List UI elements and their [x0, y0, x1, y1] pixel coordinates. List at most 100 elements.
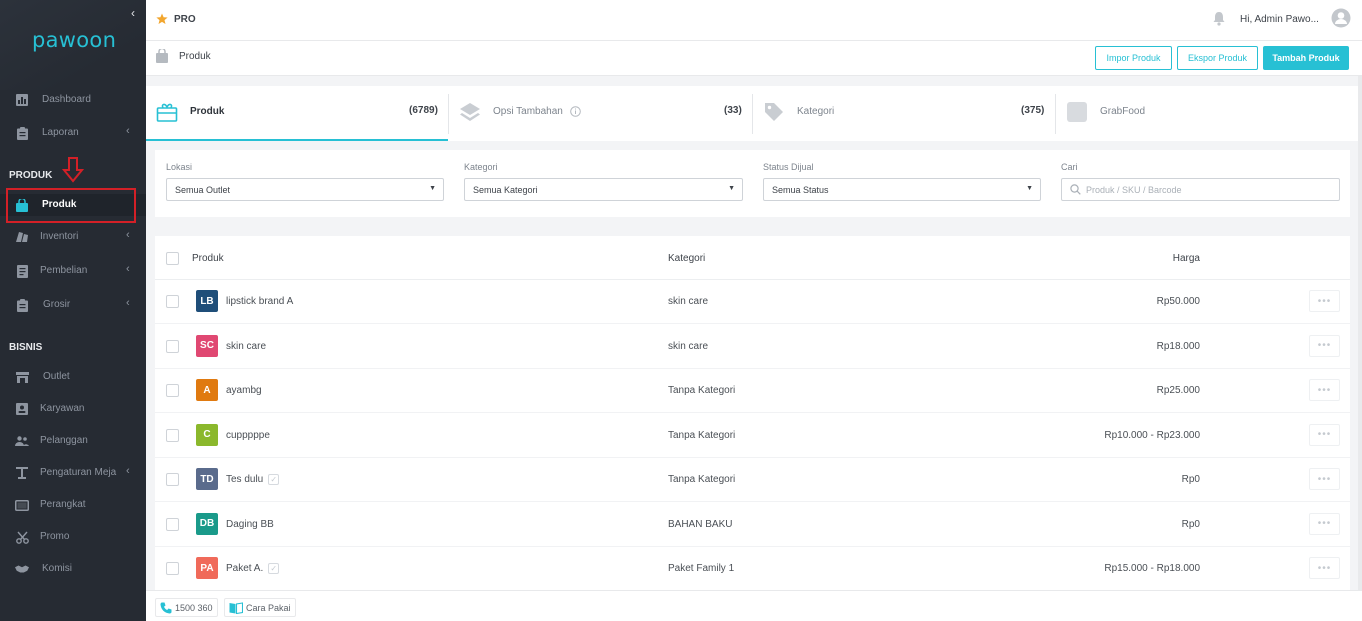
product-name-text: skin care	[226, 340, 267, 352]
sidebar-item-outlet[interactable]: Outlet	[0, 366, 146, 388]
table-header: Produk Kategori Harga	[155, 236, 1350, 280]
tab-kategori[interactable]: Kategori (375)	[753, 86, 1055, 141]
more-options-button[interactable]: •••	[1309, 557, 1340, 579]
table-row[interactable]: Ccupppppe Tanpa Kategori Rp10.000 - Rp23.0…	[155, 414, 1350, 458]
filter-panel: Lokasi Semua Outlet ▼ Kategori Semua Kat…	[155, 150, 1350, 217]
row-checkbox[interactable]	[166, 384, 179, 397]
sidebar-item-pembelian[interactable]: Pembelian ‹	[0, 260, 146, 282]
product-name[interactable]: Paket A. ✓	[226, 563, 280, 574]
sidebar-item-label: Perangkat	[40, 499, 86, 510]
product-price: Rp15.000 - Rp18.000	[1104, 563, 1200, 574]
product-initials-badge: C	[196, 423, 218, 446]
table-row[interactable]: PA Paket A. ✓ Paket Family 1 Rp15.000 - Rp18…	[155, 547, 1350, 591]
sidebar-item-laporan[interactable]: Laporan ‹	[0, 122, 146, 144]
section-title-produk: PRODUK	[9, 170, 53, 181]
clipboard-icon	[15, 126, 29, 140]
phone-support-link[interactable]: 1500 360	[155, 598, 218, 617]
sidebar-item-label: Laporan	[42, 127, 79, 138]
sidebar-item-pelanggan[interactable]: Pelanggan	[0, 430, 146, 452]
row-checkbox[interactable]	[166, 295, 179, 308]
more-options-button[interactable]: •••	[1309, 512, 1340, 535]
product-name[interactable]: lipstick brand A	[226, 296, 293, 307]
search-input[interactable]: Produk / SKU / Barcode	[1061, 178, 1340, 201]
sidebar-item-label: Pembelian	[40, 265, 88, 276]
sidebar-item-inventori[interactable]: Inventori ‹	[0, 226, 146, 248]
filter-label-kategori: Kategori	[464, 162, 498, 172]
product-name[interactable]: Daging BB	[226, 519, 274, 530]
section-title-bisnis: BISNIS	[9, 342, 43, 353]
tab-produk[interactable]: Produk (6789)	[146, 86, 448, 141]
row-checkbox[interactable]	[166, 339, 179, 353]
select-value: Semua Status	[772, 185, 829, 195]
sidebar: ‹ pawoon Dashboard Laporan ‹ PRODUK Prod…	[0, 0, 146, 621]
sidebar-item-promo[interactable]: Promo	[0, 526, 146, 548]
more-options-button[interactable]: •••	[1309, 290, 1340, 312]
select-all-checkbox[interactable]	[166, 252, 179, 265]
more-options-button[interactable]: •••	[1309, 423, 1340, 446]
tab-count: (33)	[724, 105, 742, 116]
row-checkbox[interactable]	[166, 517, 179, 531]
phone-number: 1500 360	[175, 602, 213, 613]
footer: 1500 360 Cara Pakai	[146, 590, 1362, 621]
tab-bar: Produk (6789) Opsi Tambahan (33) Kategor…	[146, 86, 1358, 141]
sidebar-item-karyawan[interactable]: Karyawan	[0, 398, 146, 420]
sidebar-item-dashboard[interactable]: Dashboard	[0, 89, 146, 111]
plan-label: PRO	[174, 13, 196, 25]
select-value: Semua Kategori	[473, 185, 538, 195]
table-row[interactable]: TD Tes dulu ✓ Tanpa Kategori Rp0 •••	[155, 458, 1350, 502]
filter-label-lokasi: Lokasi	[166, 162, 193, 172]
users-icon	[15, 434, 29, 448]
page-title: Produk	[179, 51, 211, 62]
tab-opsi-tambahan[interactable]: Opsi Tambahan (33)	[449, 86, 752, 141]
table-row[interactable]: Aayambg Tanpa Kategori Rp25.000 •••	[155, 369, 1350, 413]
tab-grabfood[interactable]: GrabFood	[1056, 86, 1358, 141]
product-category: Tanpa Kategori	[668, 474, 736, 485]
sidebar-item-grosir[interactable]: Grosir ‹	[0, 294, 146, 316]
logo: pawoon	[32, 28, 117, 52]
store-icon	[15, 370, 29, 384]
row-checkbox[interactable]	[166, 562, 179, 575]
grabfood-icon	[1067, 102, 1087, 122]
collapse-sidebar-icon[interactable]: ‹	[131, 6, 135, 20]
product-name[interactable]: Tes dulu ✓	[226, 474, 280, 485]
sidebar-item-komisi[interactable]: Komisi	[0, 558, 146, 580]
add-product-button[interactable]: Tambah Produk	[1263, 46, 1349, 70]
more-options-button[interactable]: •••	[1309, 379, 1340, 401]
status-select[interactable]: Semua Status ▼	[763, 178, 1041, 201]
import-button[interactable]: Impor Produk	[1095, 46, 1172, 70]
lokasi-select[interactable]: Semua Outlet ▼	[166, 178, 444, 201]
scissors-icon	[15, 530, 29, 544]
avatar[interactable]	[1331, 8, 1351, 28]
bell-icon[interactable]	[1212, 11, 1226, 26]
sidebar-item-perangkat[interactable]: Perangkat	[0, 494, 146, 516]
user-greeting[interactable]: Hi, Admin Pawo...	[1240, 14, 1319, 25]
kategori-select[interactable]: Semua Kategori ▼	[464, 178, 743, 201]
row-checkbox[interactable]	[166, 473, 179, 486]
more-options-button[interactable]: •••	[1309, 334, 1340, 357]
sidebar-item-pengaturan-meja[interactable]: Pengaturan Meja ‹	[0, 462, 146, 484]
caret-down-icon: ▼	[1026, 185, 1033, 192]
product-initials-badge: SC	[196, 334, 218, 357]
product-name[interactable]: ayambg	[226, 385, 262, 396]
product-initials-badge: A	[196, 379, 218, 401]
guide-link[interactable]: Cara Pakai	[224, 598, 296, 617]
product-name[interactable]: cupppppe	[226, 430, 270, 441]
product-category: skin care	[668, 340, 709, 352]
product-category: BAHAN BAKU	[668, 518, 733, 530]
tab-label: GrabFood	[1100, 106, 1146, 117]
table-row[interactable]: DB Daging BB BAHAN BAKU Rp0 •••	[155, 503, 1350, 547]
product-name[interactable]: skin care	[226, 341, 266, 352]
product-category: Tanpa Kategori	[668, 385, 736, 396]
tab-count: (6789)	[409, 105, 438, 116]
info-icon[interactable]	[570, 106, 581, 117]
row-checkbox[interactable]	[166, 428, 179, 442]
filter-label-cari: Cari	[1061, 162, 1078, 172]
sidebar-item-label: Inventori	[40, 231, 79, 242]
more-options-button[interactable]: •••	[1309, 468, 1340, 490]
sidebar-item-label: Grosir	[43, 299, 71, 310]
guide-label: Cara Pakai	[246, 602, 291, 613]
table-row[interactable]: LB lipstick brand A skin care Rp50.000 •••	[155, 280, 1350, 324]
table-row[interactable]: SC skin care skin care Rp18.000 •••	[155, 325, 1350, 369]
column-header-kategori: Kategori	[668, 253, 706, 264]
export-button[interactable]: Ekspor Produk	[1177, 46, 1258, 70]
